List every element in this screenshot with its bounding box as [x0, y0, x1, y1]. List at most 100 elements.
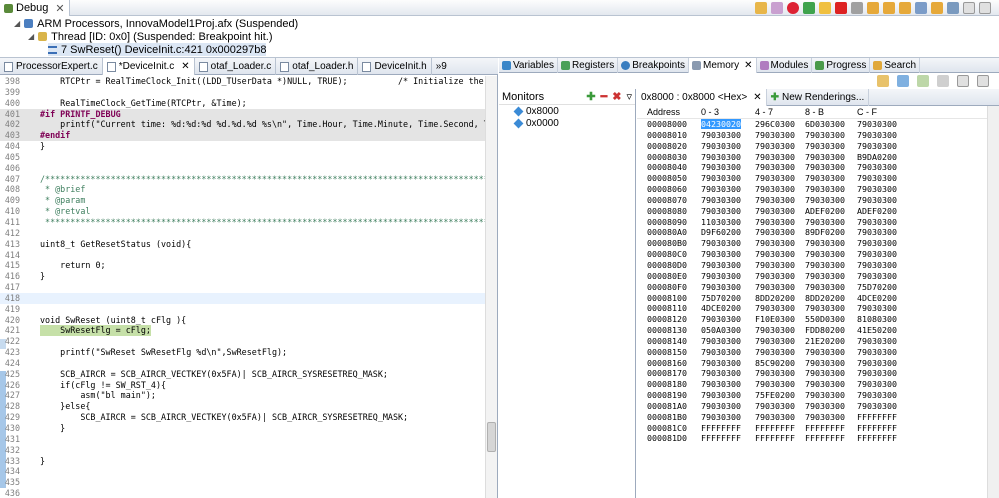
code-line[interactable]: 409 * @param	[0, 195, 486, 206]
memory-cell[interactable]: 79030300	[801, 347, 853, 358]
memory-cell[interactable]: 79030300	[801, 195, 853, 206]
memory-cell[interactable]: FFFFFFFF	[747, 433, 801, 444]
memory-cell[interactable]: 79030300	[695, 206, 747, 217]
memory-cell[interactable]: 79030300	[747, 206, 801, 217]
code-line[interactable]: 431	[0, 434, 486, 445]
memory-cell[interactable]: 4DCE0200	[853, 293, 905, 304]
code-line[interactable]: 435	[0, 477, 486, 488]
memory-cell[interactable]: 79030300	[747, 303, 801, 314]
memory-row[interactable]: 00008120 79030300 F10E0300 550D0300 81080300	[637, 314, 999, 325]
memory-row[interactable]: 00008100 75D70200 8DD20200 8DD20200 4DCE0200	[637, 293, 999, 304]
memory-cell[interactable]: FFFFFFFF	[801, 433, 853, 444]
memory-cell[interactable]: 79030300	[853, 141, 905, 152]
memory-cell[interactable]: 79030300	[695, 368, 747, 379]
memory-row[interactable]: 00008060 79030300 79030300 79030300 79030300	[637, 184, 999, 195]
close-icon[interactable]: ✕	[181, 61, 189, 72]
code-line[interactable]: 433}	[0, 456, 486, 467]
tab-deviceinit-h[interactable]: DeviceInit.h	[358, 58, 432, 75]
memory-cell[interactable]: 79030300	[747, 325, 801, 336]
code-line[interactable]: 426 if(cFlg != SW_RST_4){	[0, 380, 486, 391]
memory-cell[interactable]: 79030300	[695, 282, 747, 293]
code-line[interactable]: 432	[0, 445, 486, 456]
memory-row[interactable]: 000081B0 79030300 79030300 79030300 FFFFFFFF	[637, 412, 999, 423]
memory-cell[interactable]: 79030300	[747, 368, 801, 379]
memory-cell[interactable]: 41E50200	[853, 325, 905, 336]
view-menu-icon[interactable]	[947, 2, 959, 14]
memory-cell[interactable]: 79030300	[853, 271, 905, 282]
memory-cell[interactable]: 79030300	[747, 238, 801, 249]
memory-cell[interactable]: 75FE0200	[747, 390, 801, 401]
toggle-monitors-icon[interactable]	[937, 75, 949, 87]
tab-processorexpert-c[interactable]: ProcessorExpert.c	[0, 58, 103, 75]
memory-cell[interactable]: 79030300	[695, 412, 747, 423]
memory-cell[interactable]: 79030300	[853, 227, 905, 238]
memory-row[interactable]: 000081D0 FFFFFFFF FFFFFFFF FFFFFFFF FFFFFFFF	[637, 433, 999, 444]
disconnect-icon[interactable]	[771, 2, 783, 14]
memory-row[interactable]: 00008070 79030300 79030300 79030300 79030300	[637, 195, 999, 206]
memory-row[interactable]: 00008050 79030300 79030300 79030300 79030300	[637, 173, 999, 184]
memory-row[interactable]: 00008160 79030300 85C90200 79030300 79030300	[637, 358, 999, 369]
memory-row[interactable]: 000080E0 79030300 79030300 79030300 79030300	[637, 271, 999, 282]
memory-cell[interactable]: 79030300	[695, 238, 747, 249]
tree-item-stack-frame[interactable]: 7 SwReset() DeviceInit.c:421 0x000297b8	[48, 43, 267, 56]
memory-cell[interactable]: 79030300	[747, 141, 801, 152]
close-icon[interactable]: ✕	[744, 60, 752, 71]
tab-otaf-loader-h[interactable]: otaf_Loader.h	[276, 58, 359, 75]
memory-row[interactable]: 000081C0 FFFFFFFF FFFFFFFF FFFFFFFF FFFFFFFF	[637, 423, 999, 434]
memory-cell[interactable]: 11030300	[695, 217, 747, 228]
memory-cell[interactable]: 79030300	[801, 141, 853, 152]
code-line[interactable]: 406	[0, 163, 486, 174]
memory-cell[interactable]: 8DD20200	[801, 293, 853, 304]
code-line[interactable]: 403 #endif	[0, 130, 486, 142]
memory-row[interactable]: 00008190 79030300 75FE0200 79030300 79030300	[637, 390, 999, 401]
memory-cell[interactable]: 79030300	[853, 173, 905, 184]
memory-row[interactable]: 00008180 79030300 79030300 79030300 79030300	[637, 379, 999, 390]
memory-cell[interactable]: 79030300	[747, 336, 801, 347]
memory-cell[interactable]: FFFFFFFF	[747, 423, 801, 434]
memory-table[interactable]: Address 0 - 3 4 - 7 8 - B C - F 00008000…	[637, 106, 999, 444]
tree-item-launch[interactable]: ◢ ARM Processors, InnovaModel1Proj.afx (…	[14, 17, 298, 30]
memory-cell[interactable]: 79030300	[801, 217, 853, 228]
memory-scrollbar[interactable]	[987, 106, 999, 498]
memory-cell[interactable]: 79030300	[747, 195, 801, 206]
memory-cell[interactable]: 04230020	[695, 119, 747, 130]
memory-cell[interactable]: 79030300	[747, 162, 801, 173]
memory-cell[interactable]: 79030300	[747, 401, 801, 412]
step-filters-icon[interactable]	[931, 2, 943, 14]
toggle-split-icon[interactable]	[917, 75, 929, 87]
memory-cell[interactable]: 79030300	[853, 368, 905, 379]
minimize-icon[interactable]	[963, 2, 975, 14]
memory-cell[interactable]: 79030300	[695, 347, 747, 358]
memory-cell[interactable]: F10E0300	[747, 314, 801, 325]
code-line[interactable]: 428 }else{	[0, 401, 486, 412]
memory-cell[interactable]: 79030300	[801, 358, 853, 369]
memory-cell[interactable]: 89DF0200	[801, 227, 853, 238]
memory-cell[interactable]: 79030300	[801, 368, 853, 379]
memory-row[interactable]: 000081A0 79030300 79030300 79030300 79030300	[637, 401, 999, 412]
tab-debug[interactable]: Debug ✕	[0, 0, 70, 16]
memory-row[interactable]: 00008090 11030300 79030300 79030300 79030300	[637, 217, 999, 228]
memory-row[interactable]: 000080F0 79030300 79030300 79030300 75D70200	[637, 282, 999, 293]
memory-cell[interactable]: 79030300	[801, 152, 853, 163]
memory-cell[interactable]: 79030300	[853, 260, 905, 271]
memory-row[interactable]: 00008040 79030300 79030300 79030300 79030300	[637, 162, 999, 173]
close-icon[interactable]: ✕	[55, 2, 64, 15]
suspend-icon[interactable]	[819, 2, 831, 14]
code-line[interactable]: 405	[0, 152, 486, 163]
memory-row[interactable]: 000080D0 79030300 79030300 79030300 79030300	[637, 260, 999, 271]
tab-variables[interactable]: Variables	[499, 58, 558, 73]
memory-cell[interactable]: 79030300	[747, 152, 801, 163]
memory-cell[interactable]: 79030300	[801, 249, 853, 260]
memory-cell[interactable]: 79030300	[695, 260, 747, 271]
view-menu-icon[interactable]: ▿	[626, 90, 632, 103]
memory-cell[interactable]: 79030300	[853, 184, 905, 195]
code-line[interactable]: 407 /************************************…	[0, 174, 486, 185]
tab-search[interactable]: Search	[870, 58, 921, 73]
memory-cell[interactable]: 79030300	[853, 379, 905, 390]
memory-row[interactable]: 00008010 79030300 79030300 79030300 79030300	[637, 130, 999, 141]
tab-breakpoints[interactable]: Breakpoints	[618, 58, 690, 73]
memory-cell[interactable]: 79030300	[747, 130, 801, 141]
memory-cell[interactable]: 79030300	[747, 249, 801, 260]
memory-cell[interactable]: 79030300	[801, 390, 853, 401]
memory-cell[interactable]: 79030300	[695, 152, 747, 163]
